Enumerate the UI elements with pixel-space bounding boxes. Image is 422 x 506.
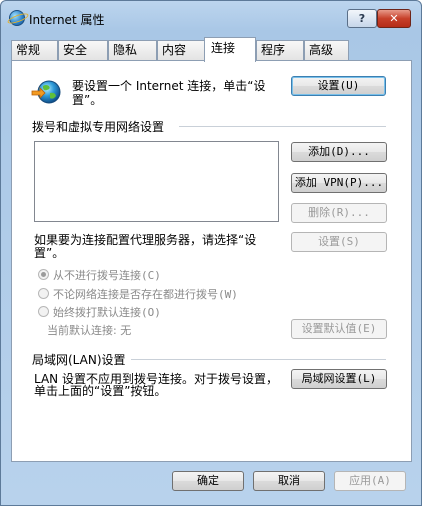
connections-list[interactable] bbox=[34, 141, 279, 222]
internet-properties-window: Internet 属性 ? ✕ 常规 安全 隐私 内容 连接 程序 高级 要设置… bbox=[0, 0, 422, 506]
lan-divider bbox=[131, 359, 386, 360]
apply-button[interactable]: 应用(A) bbox=[334, 471, 406, 491]
internet-globe-icon bbox=[9, 10, 25, 26]
set-default-button[interactable]: 设置默认值(E) bbox=[291, 319, 387, 339]
window-title: Internet 属性 bbox=[29, 13, 105, 27]
radio-label: 从不进行拨号连接(C) bbox=[53, 269, 161, 282]
ok-button[interactable]: 确定 bbox=[172, 471, 244, 491]
tab-programs[interactable]: 程序 bbox=[256, 40, 304, 61]
tab-strip: 常规 安全 隐私 内容 连接 程序 高级 bbox=[11, 37, 411, 62]
close-button[interactable]: ✕ bbox=[377, 9, 411, 28]
setup-button[interactable]: 设置(U) bbox=[291, 76, 386, 96]
proxy-settings-button[interactable]: 设置(S) bbox=[291, 232, 387, 252]
dialup-vpn-heading: 拨号和虚拟专用网络设置 bbox=[32, 120, 165, 134]
cancel-button[interactable]: 取消 bbox=[253, 471, 325, 491]
current-default-connection: 当前默认连接: 无 bbox=[47, 324, 132, 337]
tab-security[interactable]: 安全 bbox=[58, 40, 108, 61]
radio-label: 不论网络连接是否存在都进行拨号(W) bbox=[53, 288, 238, 301]
radio-label: 始终拨打默认连接(O) bbox=[53, 306, 161, 319]
intro-text: 要设置一个 Internet 连接，单击“设置”。 bbox=[72, 79, 266, 107]
radio-button[interactable] bbox=[38, 288, 49, 299]
tab-connections[interactable]: 连接 bbox=[204, 37, 256, 62]
tab-general[interactable]: 常规 bbox=[11, 40, 58, 61]
title-bar[interactable]: Internet 属性 ? ✕ bbox=[1, 1, 421, 35]
network-globe-icon bbox=[31, 80, 61, 104]
proxy-settings-text: 如果要为连接配置代理服务器，请选择“设置”。 bbox=[34, 233, 257, 260]
tab-content[interactable]: 内容 bbox=[157, 40, 206, 61]
tab-privacy[interactable]: 隐私 bbox=[108, 40, 157, 61]
add-vpn-button[interactable]: 添加 VPN(P)... bbox=[291, 173, 387, 193]
dialup-divider bbox=[179, 126, 386, 127]
lan-description: LAN 设置不应用到拨号连接。对于拨号设置，单击上面的“设置”按钮。 bbox=[34, 372, 278, 398]
tab-advanced[interactable]: 高级 bbox=[304, 40, 349, 61]
radio-button[interactable] bbox=[38, 306, 49, 317]
remove-button[interactable]: 删除(R)... bbox=[291, 203, 387, 223]
radio-button[interactable] bbox=[38, 269, 49, 280]
lan-settings-button[interactable]: 局域网设置(L) bbox=[291, 369, 387, 389]
lan-settings-heading: 局域网(LAN)设置 bbox=[32, 353, 126, 367]
help-button[interactable]: ? bbox=[347, 9, 377, 28]
add-connection-button[interactable]: 添加(D)... bbox=[291, 142, 387, 162]
